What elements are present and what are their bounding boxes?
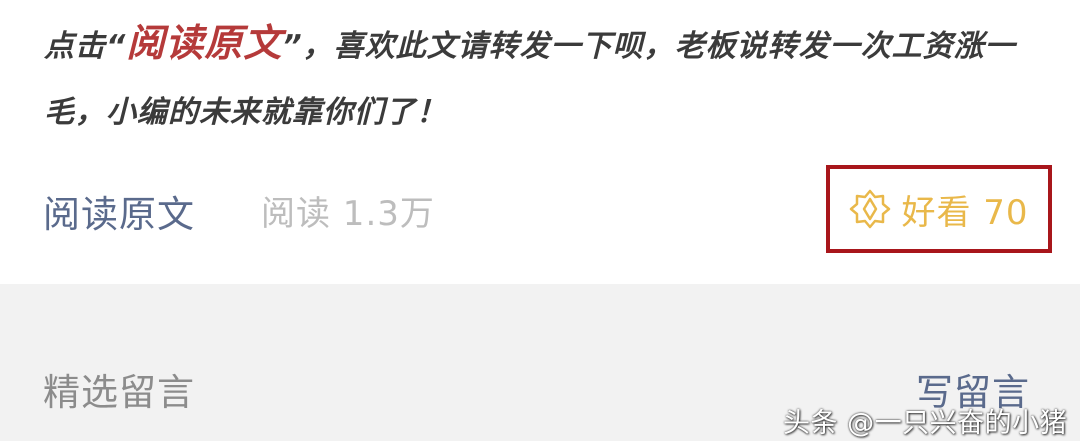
like-label: 好看 70	[901, 192, 1029, 233]
wow-star-icon	[849, 188, 891, 230]
read-original-link[interactable]: 阅读原文	[43, 184, 195, 238]
article-footer: 点击“阅读原文”，喜欢此文请转发一下呗，老板说转发一次工资涨一毛，小编的未来就靠…	[0, 0, 1080, 284]
read-count: 阅读 1.3万	[261, 194, 435, 234]
promo-paragraph: 点击“阅读原文”，喜欢此文请转发一下呗，老板说转发一次工资涨一毛，小编的未来就靠…	[44, 10, 1054, 146]
like-button[interactable]: 好看 70	[826, 165, 1052, 253]
promo-prefix: 点击“	[44, 29, 127, 64]
source-watermark: 头条 @一只兴奋的小猪	[783, 408, 1068, 439]
selected-comments-title: 精选留言	[43, 371, 195, 414]
comment-section: 精选留言 写留言 头条 @一只兴奋的小猪	[0, 284, 1080, 441]
promo-highlight: 阅读原文	[126, 21, 283, 65]
